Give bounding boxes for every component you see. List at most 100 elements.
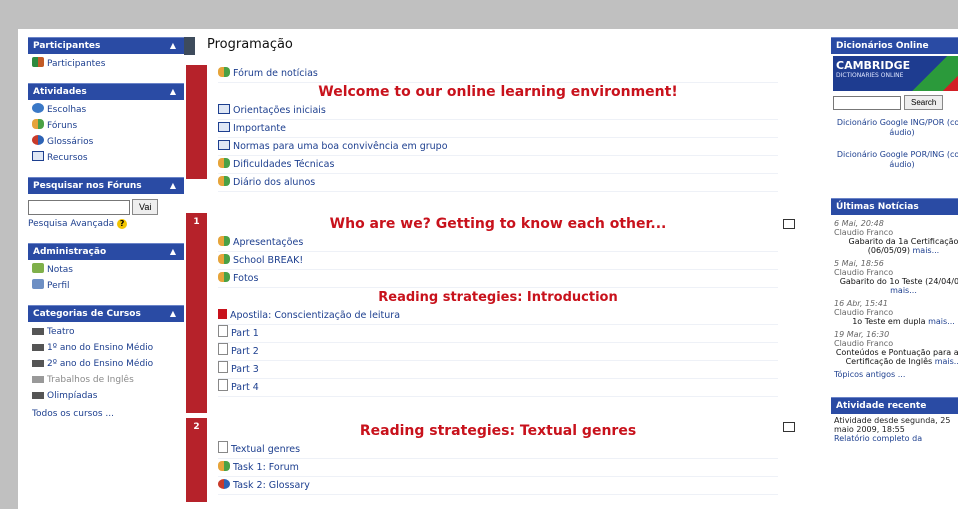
forum-search-input[interactable] xyxy=(28,199,130,215)
profile-icon xyxy=(32,279,44,289)
block-header[interactable]: Dicionários Online▲ xyxy=(831,37,958,54)
block-title: Participantes xyxy=(33,41,101,51)
block-title: Administração xyxy=(33,247,107,257)
category-teatro[interactable]: Teatro xyxy=(32,324,180,340)
link-label: Pesquisa Avançada xyxy=(28,219,115,229)
search-go-button[interactable]: Vai xyxy=(132,199,159,215)
category-trabalhos-ingles[interactable]: Trabalhos de Inglês xyxy=(32,372,180,388)
cambridge-logo[interactable]: CAMBRIDGE DICTIONARIES ONLINE xyxy=(833,56,958,91)
resource-item[interactable]: Normas para uma boa convivência em grupo xyxy=(218,138,778,156)
activity-label: Textual genres xyxy=(231,444,301,455)
forum-item[interactable]: Apresentações xyxy=(218,234,778,252)
advanced-search-link[interactable]: Pesquisa Avançada ? xyxy=(28,216,184,232)
sidebar-item-recursos[interactable]: Recursos xyxy=(32,150,180,166)
right-column: Dicionários Online▲ CAMBRIDGEDICTIONARIE… xyxy=(831,37,958,452)
full-report-link[interactable]: Relatório completo da xyxy=(834,434,958,443)
show-only-topic-icon[interactable] xyxy=(783,422,795,432)
collapse-icon[interactable]: ▲ xyxy=(170,306,176,322)
collapse-icon[interactable]: ▲ xyxy=(170,178,176,194)
dictionary-search-button[interactable]: Search xyxy=(904,95,944,110)
grades-icon xyxy=(32,263,44,273)
sidebar-item-glossarios[interactable]: Glossários xyxy=(32,134,180,150)
google-dict-por-eng-link[interactable]: Dicionário Google POR/ING (com áudio) xyxy=(831,150,958,170)
forum-item[interactable]: Diário dos alunos xyxy=(218,174,778,192)
item-label: Recursos xyxy=(47,153,88,163)
sidebar-item-participants[interactable]: Participantes xyxy=(32,56,180,72)
users-icon xyxy=(32,57,44,67)
news-item: 5 Mai, 18:56 Claudio Franco Gabarito do 1o… xyxy=(834,259,958,295)
item-label: 2º ano do Ensino Médio xyxy=(47,359,154,369)
collapse-icon[interactable]: ▲ xyxy=(170,84,176,100)
forum-item[interactable]: School BREAK! xyxy=(218,252,778,270)
choice-icon xyxy=(32,103,44,113)
resource-item[interactable]: Importante xyxy=(218,120,778,138)
glossary-icon xyxy=(32,135,44,145)
item-label: Trabalhos de Inglês xyxy=(47,375,134,385)
recent-line: maio 2009, 18:55 xyxy=(834,425,905,434)
page-item[interactable]: Part 3 xyxy=(218,361,778,379)
monitor-icon xyxy=(32,392,44,399)
older-topics-link[interactable]: Tópicos antigos ... xyxy=(834,370,958,379)
sidebar-item-notas[interactable]: Notas xyxy=(32,262,180,278)
item-label: Perfil xyxy=(47,281,70,291)
forum-item[interactable]: Dificuldades Técnicas xyxy=(218,156,778,174)
forum-icon xyxy=(218,254,230,264)
more-link[interactable]: mais... xyxy=(928,317,955,326)
category-2o-ano[interactable]: 2º ano do Ensino Médio xyxy=(32,356,180,372)
block-header[interactable]: Atividades ▲ xyxy=(28,83,184,100)
collapse-icon[interactable]: ▲ xyxy=(170,38,176,54)
activity-label: Fórum de notícias xyxy=(233,68,318,79)
block-header[interactable]: Pesquisar nos Fóruns ▲ xyxy=(28,177,184,194)
more-link[interactable]: mais... xyxy=(890,286,917,295)
item-label: Participantes xyxy=(47,59,106,69)
item-label: Olimpíadas xyxy=(47,391,98,401)
block-header[interactable]: Categorias de Cursos ▲ xyxy=(28,305,184,322)
news-text: Gabarito da 1a Certificação (06/05/09) xyxy=(848,237,958,255)
glossary-icon xyxy=(218,479,230,489)
collapse-icon[interactable]: ▲ xyxy=(170,244,176,260)
window-icon xyxy=(218,140,230,150)
forum-item[interactable]: Fotos xyxy=(218,270,778,288)
news-author: Claudio Franco xyxy=(834,228,894,237)
news-item: 16 Abr, 15:41 Claudio Franco 1o Teste em d… xyxy=(834,299,958,326)
all-courses-link[interactable]: Todos os cursos ... xyxy=(32,406,180,422)
forum-search-block: Pesquisar nos Fóruns ▲ Vai Pesquisa Avanç… xyxy=(28,177,184,234)
page-item[interactable]: Part 4 xyxy=(218,379,778,397)
category-1o-ano[interactable]: 1º ano do Ensino Médio xyxy=(32,340,180,356)
pdf-item[interactable]: Apostila: Conscientização de leitura xyxy=(218,307,778,325)
show-only-topic-icon[interactable] xyxy=(783,219,795,229)
link-label: Todos os cursos ... xyxy=(32,409,114,419)
activity-label: Normas para uma boa convivência em grupo xyxy=(233,141,448,152)
sidebar-item-escolhas[interactable]: Escolhas xyxy=(32,102,180,118)
page-item[interactable]: Textual genres xyxy=(218,441,778,459)
activity-label: School BREAK! xyxy=(233,255,304,266)
page-icon xyxy=(218,361,228,373)
forum-item[interactable]: Task 1: Forum xyxy=(218,459,778,477)
sidebar-item-perfil[interactable]: Perfil xyxy=(32,278,180,294)
google-dict-eng-por-link[interactable]: Dicionário Google ING/POR (com áudio) xyxy=(831,118,958,138)
activity-forum-noticias[interactable]: Fórum de notícias xyxy=(218,65,778,83)
block-header[interactable]: Atividade recente▲ xyxy=(831,397,958,414)
activity-label: Diário dos alunos xyxy=(233,177,316,188)
resource-item[interactable]: Orientações iniciais xyxy=(218,102,778,120)
sidebar-item-foruns[interactable]: Fóruns xyxy=(32,118,180,134)
more-link[interactable]: mais... xyxy=(913,246,940,255)
page-item[interactable]: Part 1 xyxy=(218,325,778,343)
category-olimpiadas[interactable]: Olimpíadas xyxy=(32,388,180,404)
glossary-item[interactable]: Task 2: Glossary xyxy=(218,477,778,495)
activity-label: Orientações iniciais xyxy=(233,105,326,116)
news-date: 19 Mar, 16:30 xyxy=(834,330,890,339)
monitor-icon xyxy=(32,328,44,335)
help-icon[interactable]: ? xyxy=(117,219,128,229)
dictionary-search-input[interactable] xyxy=(833,95,901,110)
page-item[interactable]: Part 2 xyxy=(218,343,778,361)
page-title: Programação xyxy=(207,37,293,52)
section-heading: Reading strategies: Textual genres xyxy=(359,423,637,439)
block-title: Categorias de Cursos xyxy=(33,309,141,319)
news-text: 1o Teste em dupla xyxy=(852,317,926,326)
more-link[interactable]: mais... xyxy=(935,357,958,366)
news-author: Claudio Franco xyxy=(834,308,894,317)
block-header[interactable]: Últimas Notícias▲ xyxy=(831,198,958,215)
block-header[interactable]: Participantes ▲ xyxy=(28,37,184,54)
block-header[interactable]: Administração ▲ xyxy=(28,243,184,260)
